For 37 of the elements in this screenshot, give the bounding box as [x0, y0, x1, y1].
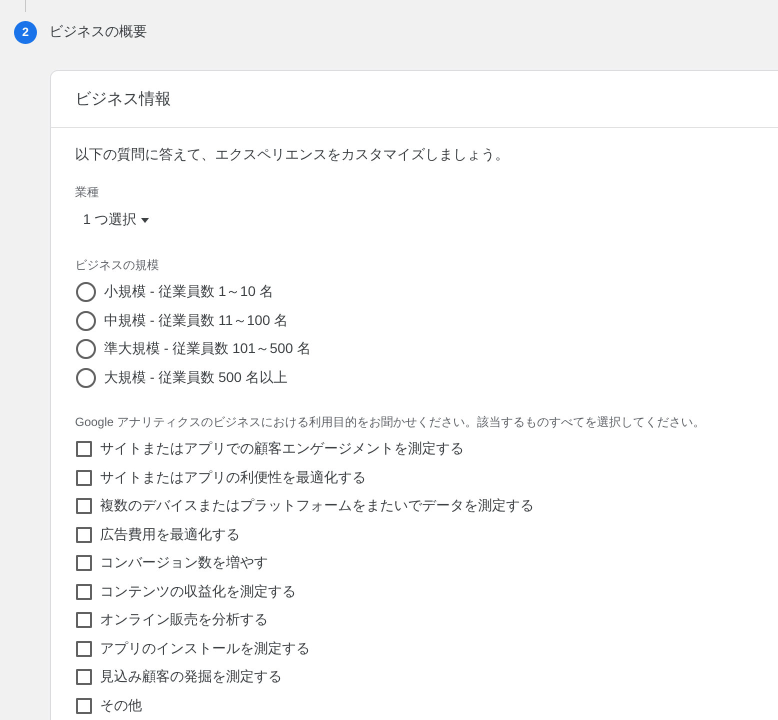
checkbox[interactable] [76, 612, 92, 628]
field-label: 業種 [75, 184, 100, 201]
intro-text: 以下の質問に答えて、エクスペリエンスをカスタマイズしましょう。 [75, 146, 510, 164]
radio-label: 小規模 - 従業員数 1～10 名 [104, 283, 274, 302]
checkbox-label: コンテンツの収益化を測定する [100, 582, 296, 601]
checkbox[interactable] [76, 698, 92, 714]
radio-label: 大規模 - 従業員数 500 名以上 [104, 368, 288, 387]
checkbox[interactable] [76, 640, 92, 657]
caret-icon [140, 218, 149, 222]
checkbox[interactable] [76, 441, 92, 458]
step-number: 2 [14, 20, 37, 44]
checkbox-label: コンバージョン数を増やす [100, 554, 268, 572]
radio-label: 中規模 - 従業員数 11～100 名 [104, 312, 288, 330]
checkbox-label: サイトまたはアプリでの顧客エンゲージメントを測定する [100, 440, 464, 458]
radio-button[interactable] [76, 282, 96, 302]
checkbox-label: その他 [100, 696, 142, 715]
checkbox[interactable] [76, 584, 92, 600]
checkbox[interactable] [76, 555, 92, 572]
industry-dropdown[interactable]: 1 つ選択 [75, 211, 149, 229]
checkbox-label: 複数のデバイスまたはプラットフォームをまたいでデータを測定する [100, 497, 534, 516]
step-title: ビジネスの概要 [49, 23, 147, 41]
checkbox-label: 広告費用を最適化する [100, 526, 240, 544]
radio-button[interactable] [76, 368, 96, 388]
radio-button[interactable] [76, 310, 96, 331]
checkbox-label: アプリのインストールを測定する [100, 640, 310, 658]
card-title: ビジネス情報 [75, 90, 171, 110]
field-label: ビジネスの規模 [75, 257, 160, 274]
checkbox-label: 見込み顧客の発掘を測定する [100, 668, 282, 686]
checkbox-label: オンライン販売を分析する [100, 611, 268, 630]
question-text: Google アナリティクスのビジネスにおける利用目的をお聞かせください。該当するものすべてを選択してください。 [75, 414, 706, 431]
checkbox[interactable] [76, 470, 92, 486]
checkbox[interactable] [76, 526, 92, 543]
radio-label: 準大規模 - 従業員数 101～500 名 [104, 340, 311, 358]
checkbox[interactable] [76, 498, 92, 514]
checkbox[interactable] [76, 669, 92, 686]
checkbox-label: サイトまたはアプリの利便性を最適化する [100, 468, 366, 487]
radio-button[interactable] [76, 339, 96, 360]
